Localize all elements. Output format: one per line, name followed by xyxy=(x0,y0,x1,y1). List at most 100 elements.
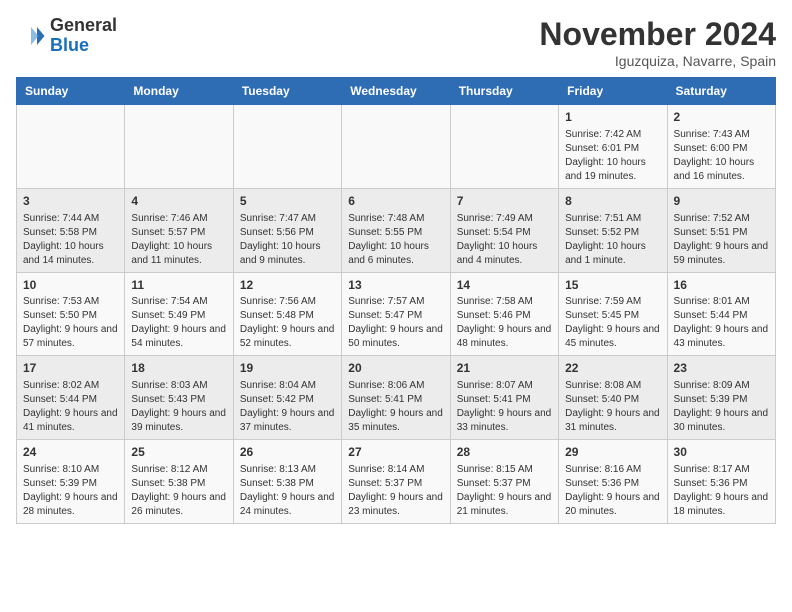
calendar-table: SundayMondayTuesdayWednesdayThursdayFrid… xyxy=(16,77,776,524)
day-info: Sunrise: 8:12 AM Sunset: 5:38 PM Dayligh… xyxy=(131,463,226,519)
logo: General Blue xyxy=(16,16,117,56)
day-info: Sunrise: 7:58 AM Sunset: 5:46 PM Dayligh… xyxy=(457,295,552,351)
day-number: 4 xyxy=(131,193,226,210)
day-info: Sunrise: 7:51 AM Sunset: 5:52 PM Dayligh… xyxy=(565,212,660,268)
calendar-cell: 24 Sunrise: 8:10 AM Sunset: 5:39 PM Dayli… xyxy=(17,440,125,524)
calendar-cell: 15Sunrise: 7:59 AM Sunset: 5:45 PM Dayli… xyxy=(559,272,667,356)
calendar-cell: 1 Sunrise: 7:42 AM Sunset: 6:01 PM Daylig… xyxy=(559,105,667,189)
logo-text: General Blue xyxy=(50,16,117,56)
calendar-cell: 22Sunrise: 8:08 AM Sunset: 5:40 PM Dayli… xyxy=(559,356,667,440)
day-info: Sunrise: 8:15 AM Sunset: 5:37 PM Dayligh… xyxy=(457,463,552,519)
day-number: 11 xyxy=(131,277,226,294)
calendar-cell: 28 Sunrise: 8:15 AM Sunset: 5:37 PM Dayli… xyxy=(450,440,558,524)
day-info: Sunrise: 8:10 AM Sunset: 5:39 PM Dayligh… xyxy=(23,463,118,519)
header: General Blue November 2024 Iguzquiza, Na… xyxy=(16,16,776,69)
day-number: 12 xyxy=(240,277,335,294)
calendar-cell: 26Sunrise: 8:13 AM Sunset: 5:38 PM Dayli… xyxy=(233,440,341,524)
calendar-cell: 23Sunrise: 8:09 AM Sunset: 5:39 PM Dayli… xyxy=(667,356,775,440)
week-row-3: 10Sunrise: 7:53 AM Sunset: 5:50 PM Dayli… xyxy=(17,272,776,356)
day-number: 16 xyxy=(674,277,769,294)
day-info: Sunrise: 7:48 AM Sunset: 5:55 PM Dayligh… xyxy=(348,212,443,268)
day-info: Sunrise: 7:56 AM Sunset: 5:48 PM Dayligh… xyxy=(240,295,335,351)
day-header-thursday: Thursday xyxy=(450,78,558,105)
day-info: Sunrise: 7:47 AM Sunset: 5:56 PM Dayligh… xyxy=(240,212,335,268)
calendar-cell: 13Sunrise: 7:57 AM Sunset: 5:47 PM Dayli… xyxy=(342,272,450,356)
day-number: 13 xyxy=(348,277,443,294)
calendar-cell: 12Sunrise: 7:56 AM Sunset: 5:48 PM Dayli… xyxy=(233,272,341,356)
calendar-cell: 18Sunrise: 8:03 AM Sunset: 5:43 PM Dayli… xyxy=(125,356,233,440)
day-info: Sunrise: 7:49 AM Sunset: 5:54 PM Dayligh… xyxy=(457,212,552,268)
title-block: November 2024 Iguzquiza, Navarre, Spain xyxy=(539,16,776,69)
day-number: 22 xyxy=(565,360,660,377)
logo-icon xyxy=(16,21,46,51)
calendar-cell: 5 Sunrise: 7:47 AM Sunset: 5:56 PM Daylig… xyxy=(233,188,341,272)
calendar-cell: 6 Sunrise: 7:48 AM Sunset: 5:55 PM Daylig… xyxy=(342,188,450,272)
day-info: Sunrise: 7:52 AM Sunset: 5:51 PM Dayligh… xyxy=(674,212,769,268)
calendar-cell: 17 Sunrise: 8:02 AM Sunset: 5:44 PM Dayli… xyxy=(17,356,125,440)
day-number: 14 xyxy=(457,277,552,294)
day-info: Sunrise: 7:59 AM Sunset: 5:45 PM Dayligh… xyxy=(565,295,660,351)
calendar-cell: 29Sunrise: 8:16 AM Sunset: 5:36 PM Dayli… xyxy=(559,440,667,524)
day-info: Sunrise: 7:42 AM Sunset: 6:01 PM Dayligh… xyxy=(565,128,660,184)
day-number: 6 xyxy=(348,193,443,210)
calendar-cell: 20 Sunrise: 8:06 AM Sunset: 5:41 PM Dayli… xyxy=(342,356,450,440)
day-info: Sunrise: 7:53 AM Sunset: 5:50 PM Dayligh… xyxy=(23,295,118,351)
day-header-monday: Monday xyxy=(125,78,233,105)
day-number: 17 xyxy=(23,360,118,377)
day-number: 10 xyxy=(23,277,118,294)
calendar-cell xyxy=(233,105,341,189)
week-row-2: 3Sunrise: 7:44 AM Sunset: 5:58 PM Daylig… xyxy=(17,188,776,272)
calendar-cell: 9 Sunrise: 7:52 AM Sunset: 5:51 PM Daylig… xyxy=(667,188,775,272)
calendar-cell: 30 Sunrise: 8:17 AM Sunset: 5:36 PM Dayli… xyxy=(667,440,775,524)
day-number: 26 xyxy=(240,444,335,461)
calendar-cell xyxy=(17,105,125,189)
day-info: Sunrise: 8:02 AM Sunset: 5:44 PM Dayligh… xyxy=(23,379,118,435)
day-number: 19 xyxy=(240,360,335,377)
day-number: 27 xyxy=(348,444,443,461)
day-number: 24 xyxy=(23,444,118,461)
calendar-cell: 27 Sunrise: 8:14 AM Sunset: 5:37 PM Dayli… xyxy=(342,440,450,524)
day-info: Sunrise: 7:54 AM Sunset: 5:49 PM Dayligh… xyxy=(131,295,226,351)
day-header-friday: Friday xyxy=(559,78,667,105)
day-number: 2 xyxy=(674,109,769,126)
day-info: Sunrise: 8:06 AM Sunset: 5:41 PM Dayligh… xyxy=(348,379,443,435)
day-info: Sunrise: 8:03 AM Sunset: 5:43 PM Dayligh… xyxy=(131,379,226,435)
month-title: November 2024 xyxy=(539,16,776,53)
day-number: 28 xyxy=(457,444,552,461)
calendar-cell: 11Sunrise: 7:54 AM Sunset: 5:49 PM Dayli… xyxy=(125,272,233,356)
day-number: 7 xyxy=(457,193,552,210)
day-number: 20 xyxy=(348,360,443,377)
day-number: 30 xyxy=(674,444,769,461)
day-info: Sunrise: 8:17 AM Sunset: 5:36 PM Dayligh… xyxy=(674,463,769,519)
day-info: Sunrise: 8:04 AM Sunset: 5:42 PM Dayligh… xyxy=(240,379,335,435)
calendar-cell: 4 Sunrise: 7:46 AM Sunset: 5:57 PM Daylig… xyxy=(125,188,233,272)
day-header-tuesday: Tuesday xyxy=(233,78,341,105)
day-number: 15 xyxy=(565,277,660,294)
calendar-cell: 14Sunrise: 7:58 AM Sunset: 5:46 PM Dayli… xyxy=(450,272,558,356)
day-number: 9 xyxy=(674,193,769,210)
day-info: Sunrise: 8:07 AM Sunset: 5:41 PM Dayligh… xyxy=(457,379,552,435)
calendar-cell: 7 Sunrise: 7:49 AM Sunset: 5:54 PM Daylig… xyxy=(450,188,558,272)
calendar-cell: 10Sunrise: 7:53 AM Sunset: 5:50 PM Dayli… xyxy=(17,272,125,356)
day-number: 1 xyxy=(565,109,660,126)
calendar-cell xyxy=(125,105,233,189)
week-row-4: 17 Sunrise: 8:02 AM Sunset: 5:44 PM Dayli… xyxy=(17,356,776,440)
day-info: Sunrise: 8:14 AM Sunset: 5:37 PM Dayligh… xyxy=(348,463,443,519)
day-info: Sunrise: 7:57 AM Sunset: 5:47 PM Dayligh… xyxy=(348,295,443,351)
week-row-5: 24 Sunrise: 8:10 AM Sunset: 5:39 PM Dayli… xyxy=(17,440,776,524)
day-info: Sunrise: 7:46 AM Sunset: 5:57 PM Dayligh… xyxy=(131,212,226,268)
day-number: 5 xyxy=(240,193,335,210)
day-number: 21 xyxy=(457,360,552,377)
day-header-sunday: Sunday xyxy=(17,78,125,105)
calendar-cell: 2Sunrise: 7:43 AM Sunset: 6:00 PM Daylig… xyxy=(667,105,775,189)
calendar-cell: 21 Sunrise: 8:07 AM Sunset: 5:41 PM Dayli… xyxy=(450,356,558,440)
day-number: 23 xyxy=(674,360,769,377)
day-info: Sunrise: 8:16 AM Sunset: 5:36 PM Dayligh… xyxy=(565,463,660,519)
week-row-1: 1 Sunrise: 7:42 AM Sunset: 6:01 PM Daylig… xyxy=(17,105,776,189)
day-header-saturday: Saturday xyxy=(667,78,775,105)
day-info: Sunrise: 7:44 AM Sunset: 5:58 PM Dayligh… xyxy=(23,212,118,268)
calendar-cell: 19 Sunrise: 8:04 AM Sunset: 5:42 PM Dayli… xyxy=(233,356,341,440)
day-header-wednesday: Wednesday xyxy=(342,78,450,105)
calendar-cell: 16Sunrise: 8:01 AM Sunset: 5:44 PM Dayli… xyxy=(667,272,775,356)
header-row: SundayMondayTuesdayWednesdayThursdayFrid… xyxy=(17,78,776,105)
